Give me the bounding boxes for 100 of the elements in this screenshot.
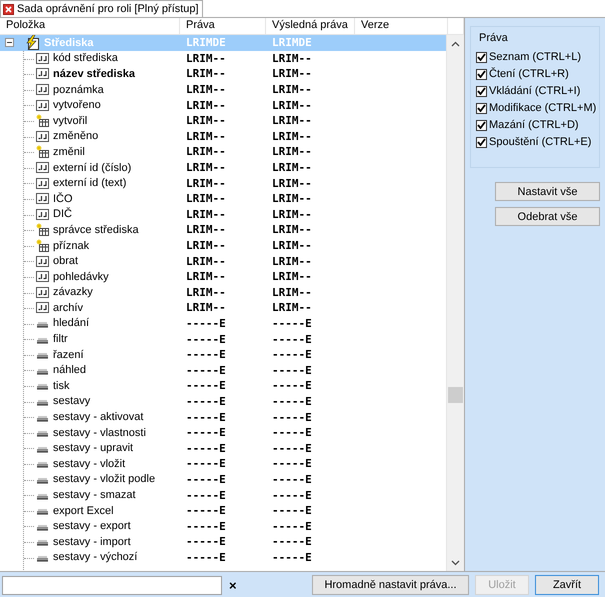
result-rights-cell-text: LRIM-- xyxy=(271,161,313,174)
checkbox[interactable] xyxy=(476,120,487,130)
tree-row[interactable]: sestavy - smazat -----E -----E xyxy=(0,487,446,503)
tree-row[interactable]: změněno LRIM-- LRIM-- xyxy=(0,128,446,144)
rights-cell-text: -----E xyxy=(185,394,227,408)
tree-row[interactable]: řazení -----E -----E xyxy=(0,346,446,362)
item-label: pohledávky xyxy=(53,270,109,283)
rights-cell-text: LRIM-- xyxy=(185,301,227,314)
item-label: náhled xyxy=(53,364,86,376)
tree-row[interactable]: filtr -----E -----E xyxy=(0,331,446,347)
search-field[interactable] xyxy=(2,576,222,594)
result-rights-cell-text: -----E xyxy=(271,504,313,518)
checkbox[interactable] xyxy=(476,86,487,96)
result-rights-cell-text: -----E xyxy=(271,488,313,502)
rights-cell-text: LRIM-- xyxy=(185,223,227,236)
scroll-thumb[interactable] xyxy=(448,387,463,403)
tree-row[interactable]: sestavy - výchozí -----E -----E xyxy=(0,550,446,566)
tree-row[interactable]: správce střediska LRIM-- LRIM-- xyxy=(0,222,446,238)
rights-cell-text: LRIM-- xyxy=(185,98,227,112)
tree-row[interactable]: příznak LRIM-- LRIM-- xyxy=(0,238,446,254)
checkbox-label[interactable]: Mazání (CTRL+D) xyxy=(489,119,579,131)
text-field-icon xyxy=(36,67,49,80)
column-header[interactable]: Položka xyxy=(0,18,180,34)
tree-row[interactable]: sestavy - upravit -----E -----E xyxy=(0,440,446,456)
item-label: Střediska xyxy=(44,36,94,49)
rights-cell-text: -----E xyxy=(185,426,227,440)
tree-row[interactable]: sestavy - vložit -----E -----E xyxy=(0,456,446,472)
checkbox[interactable] xyxy=(476,52,487,62)
tree-row[interactable]: vytvořeno LRIM-- LRIM-- xyxy=(0,97,446,113)
text-field-icon xyxy=(36,270,49,284)
tree-row[interactable]: sestavy - aktivovat -----E -----E xyxy=(0,409,446,425)
result-rights-cell-text: LRIM-- xyxy=(271,208,313,221)
tree-row[interactable]: hledání -----E -----E xyxy=(0,316,446,332)
tree-row[interactable]: vytvořil LRIM-- LRIM-- xyxy=(0,112,446,129)
panel-button[interactable]: Nastavit vše xyxy=(495,182,600,201)
scrollbar[interactable] xyxy=(446,35,464,571)
item-label: vytvořil xyxy=(53,114,88,127)
rights-cell-text: -----E xyxy=(185,348,227,362)
text-field-icon xyxy=(36,192,49,206)
tree-row[interactable]: závazky LRIM-- LRIM-- xyxy=(0,284,446,300)
tree-row[interactable]: pohledávky LRIM-- LRIM-- xyxy=(0,268,446,284)
tree-row[interactable]: export Excel -----E -----E xyxy=(0,502,446,518)
item-label: sestavy - smazat xyxy=(53,489,136,502)
tree-row[interactable]: obrat LRIM-- LRIM-- xyxy=(0,253,446,269)
tree-row[interactable]: kód střediska LRIM-- LRIM-- xyxy=(0,50,446,66)
result-rights-cell-text: -----E xyxy=(271,394,313,408)
tree-row[interactable]: externí id (text) LRIM-- LRIM-- xyxy=(0,175,446,191)
rights-cell-text: -----E xyxy=(185,316,227,330)
result-rights-cell-text: -----E xyxy=(271,332,313,346)
tree-row[interactable]: sestavy - vložit podle -----E -----E xyxy=(0,472,446,488)
rights-cell-text: LRIM-- xyxy=(185,52,227,65)
item-label: příznak xyxy=(53,240,90,252)
checkbox[interactable] xyxy=(476,102,487,114)
tree-row[interactable]: sestavy - export -----E -----E xyxy=(0,518,446,534)
panel-button[interactable]: Odebrat vše xyxy=(495,207,600,226)
tree-row[interactable]: archív LRIM-- LRIM-- xyxy=(0,300,446,316)
rights-cell-text: -----E xyxy=(185,520,227,533)
text-field-icon xyxy=(36,254,49,268)
checkbox[interactable] xyxy=(476,68,487,80)
item-label: export Excel xyxy=(53,504,114,517)
close-icon xyxy=(3,4,14,14)
checkbox-label[interactable]: Spouštění (CTRL+E) xyxy=(489,136,592,148)
tree-row[interactable]: DIČ LRIM-- LRIM-- xyxy=(0,206,446,222)
column-header[interactable]: Práva xyxy=(180,18,266,34)
tree-row[interactable]: externí id (číslo) LRIM-- LRIM-- xyxy=(0,160,446,176)
item-label: sestavy - výchozí xyxy=(53,551,138,564)
checkbox-label[interactable]: Modifikace (CTRL+M) xyxy=(489,102,596,114)
checkbox-label[interactable]: Vkládání (CTRL+I) xyxy=(489,85,580,97)
column-header[interactable]: Verze xyxy=(355,18,448,34)
dialog-button[interactable]: Hromadně nastavit práva... xyxy=(312,575,469,595)
tree-row[interactable]: IČO LRIM-- LRIM-- xyxy=(0,190,446,207)
tree-row[interactable]: poznámka LRIM-- LRIM-- xyxy=(0,82,446,98)
text-field-icon xyxy=(36,83,49,96)
dialog-button[interactable]: Zavřít xyxy=(535,575,599,595)
tab[interactable]: Sada oprávnění pro roli [Plný přístup] xyxy=(0,0,203,17)
tree-row[interactable]: název střediska LRIM-- LRIM-- xyxy=(0,66,446,82)
checkbox-label[interactable]: Seznam (CTRL+L) xyxy=(489,51,582,63)
result-rights-cell-text: LRIM-- xyxy=(271,192,313,206)
rights-cell-text: LRIM-- xyxy=(185,67,227,80)
rights-cell-text: LRIM-- xyxy=(185,254,227,268)
item-label: IČO xyxy=(53,192,73,205)
rights-cell-text: -----E xyxy=(185,488,227,502)
table-icon xyxy=(36,223,49,236)
rights-cell-text: LRIM-- xyxy=(185,176,227,190)
tree-row[interactable]: náhled -----E -----E xyxy=(0,362,446,378)
tree-row[interactable]: sestavy - vlastnosti -----E -----E xyxy=(0,424,446,440)
tree-row[interactable]: tisk -----E -----E xyxy=(0,378,446,394)
result-rights-cell-text: LRIM-- xyxy=(271,176,313,190)
item-label: správce střediska xyxy=(53,224,139,236)
item-label: sestavy - vložit podle xyxy=(53,473,156,486)
tree-row[interactable]: sestavy - import -----E -----E xyxy=(0,534,446,550)
rights-cell-text: LRIM-- xyxy=(185,286,227,299)
rights-cell-text: -----E xyxy=(185,442,227,455)
checkbox-label[interactable]: Čtení (CTRL+R) xyxy=(489,68,569,80)
checkbox[interactable] xyxy=(476,136,487,148)
column-header[interactable]: Výsledná práva xyxy=(266,18,355,34)
rights-cell-text: LRIM-- xyxy=(185,161,227,174)
tree-row[interactable]: změnil LRIM-- LRIM-- xyxy=(0,144,446,160)
tree-row[interactable]: sestavy -----E -----E xyxy=(0,394,446,410)
clear-button[interactable]: × xyxy=(229,578,243,592)
